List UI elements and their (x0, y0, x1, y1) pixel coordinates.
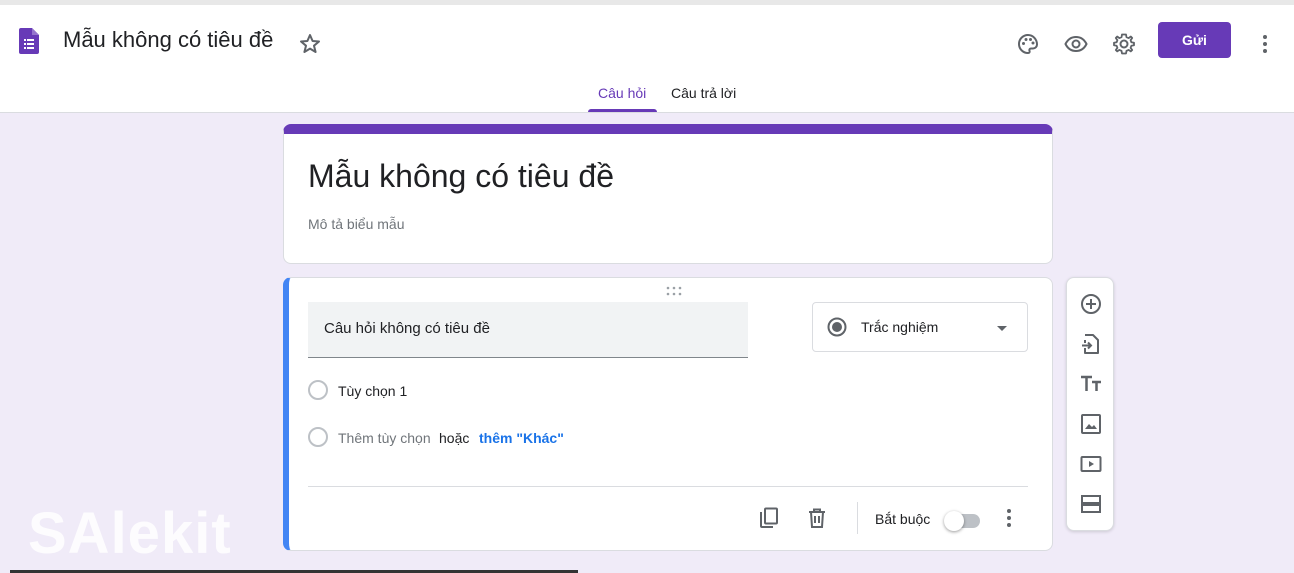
form-title-card: Mẫu không có tiêu đề Mô tả biểu mẫu (283, 124, 1053, 264)
more-vert-icon[interactable] (997, 506, 1021, 530)
tab-questions[interactable]: Câu hỏi (598, 85, 646, 101)
or-text: hoặc (439, 430, 470, 446)
delete-trash-icon[interactable] (805, 506, 829, 530)
option-label[interactable]: Tùy chọn 1 (338, 383, 407, 399)
floating-toolbar (1066, 277, 1114, 531)
active-tab-indicator (588, 109, 657, 112)
add-section-icon[interactable] (1079, 492, 1103, 516)
star-icon[interactable] (298, 32, 322, 56)
import-questions-icon[interactable] (1079, 332, 1103, 356)
question-type-dropdown[interactable]: Trắc nghiệm (812, 302, 1028, 352)
add-image-icon[interactable] (1079, 412, 1103, 436)
add-question-icon[interactable] (1079, 292, 1103, 316)
drag-handle-icon[interactable] (665, 286, 683, 296)
settings-gear-icon[interactable] (1112, 32, 1136, 56)
tab-responses[interactable]: Câu trả lời (671, 85, 736, 101)
option-radio (308, 380, 328, 400)
form-description[interactable]: Mô tả biểu mẫu (308, 216, 405, 232)
required-toggle[interactable] (944, 509, 982, 531)
question-footer-divider (308, 486, 1028, 487)
add-video-icon[interactable] (1079, 452, 1103, 476)
question-title-input[interactable]: Câu hỏi không có tiêu đề (308, 302, 748, 358)
add-title-icon[interactable] (1079, 372, 1103, 396)
add-other-link[interactable]: thêm "Khác" (479, 430, 564, 446)
chevron-down-icon (997, 326, 1007, 331)
question-card: Câu hỏi không có tiêu đề Trắc nghiệm Tùy… (283, 277, 1053, 551)
duplicate-icon[interactable] (757, 506, 781, 530)
palette-icon[interactable] (1016, 32, 1040, 56)
footer-separator (857, 502, 858, 534)
add-option-radio (308, 427, 328, 447)
top-bar: Mẫu không có tiêu đề Gửi Câu hỏi Câu trả… (0, 0, 1294, 113)
question-type-label: Trắc nghiệm (861, 319, 939, 335)
preview-eye-icon[interactable] (1064, 32, 1088, 56)
document-title[interactable]: Mẫu không có tiêu đề (63, 27, 273, 53)
form-title[interactable]: Mẫu không có tiêu đề (308, 158, 614, 195)
watermark-logo: SAlekit (28, 501, 232, 566)
more-vert-icon[interactable] (1253, 32, 1277, 56)
send-button[interactable]: Gửi (1158, 22, 1231, 58)
radio-selected-icon (827, 317, 847, 337)
forms-app-icon[interactable] (19, 28, 39, 54)
required-label: Bắt buộc (875, 511, 931, 527)
add-option-link[interactable]: Thêm tùy chọn (338, 430, 431, 446)
